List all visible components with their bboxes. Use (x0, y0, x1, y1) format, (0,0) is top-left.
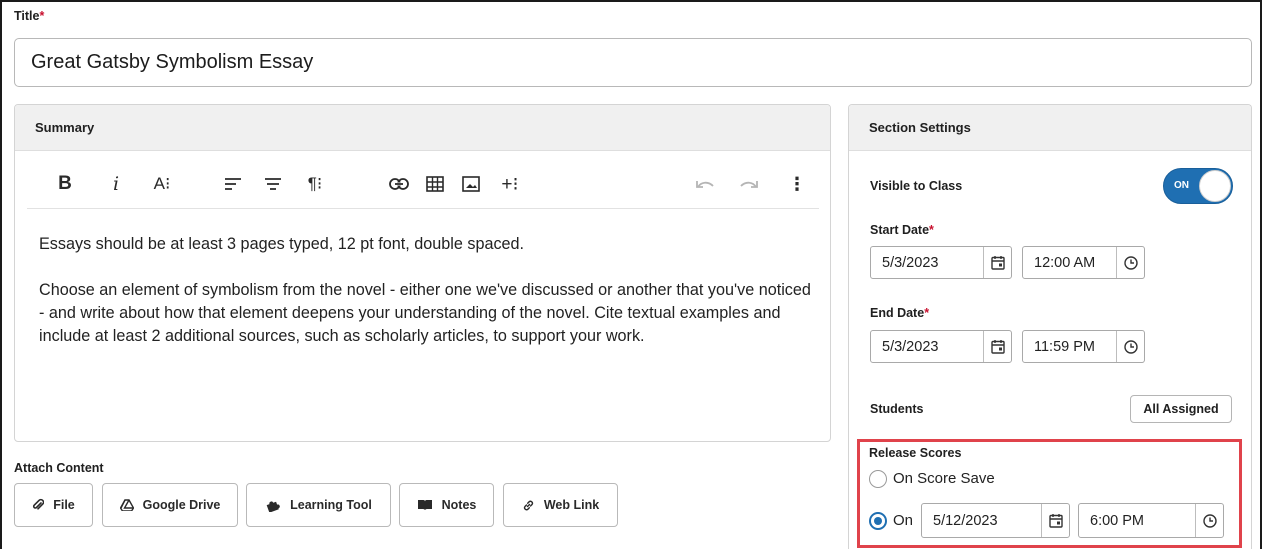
on-score-save-label: On Score Save (893, 470, 995, 487)
summary-panel: Summary B i A⁝ ¶⁝ +⁝ ⋮ Essays should be … (14, 104, 831, 442)
visible-to-class-label: Visible to Class (870, 179, 963, 193)
required-mark: * (39, 9, 45, 23)
section-settings-header: Section Settings (849, 105, 1251, 151)
all-assigned-button[interactable]: All Assigned (1130, 395, 1232, 423)
start-date-label: Start Date* (870, 223, 934, 237)
attach-notes-button[interactable]: Notes (399, 483, 494, 527)
title-label: Title* (14, 9, 45, 23)
calendar-icon[interactable] (983, 247, 1011, 278)
book-icon (417, 499, 433, 511)
table-icon[interactable] (421, 169, 449, 199)
summary-paragraph: Choose an element of symbolism from the … (39, 281, 811, 345)
attach-learning-tool-button[interactable]: Learning Tool (246, 483, 391, 527)
end-date-value: 5/3/2023 (882, 338, 939, 355)
attach-content-label: Attach Content (14, 461, 104, 475)
editor-toolbar: B i A⁝ ¶⁝ +⁝ ⋮ (27, 163, 819, 209)
toggle-knob (1199, 170, 1231, 202)
redo-icon[interactable] (735, 169, 763, 199)
students-label: Students (870, 402, 924, 416)
end-time-value: 11:59 PM (1034, 338, 1095, 355)
summary-paragraph: Essays should be at least 3 pages typed,… (39, 235, 525, 253)
summary-header: Summary (15, 105, 830, 151)
title-value: Great Gatsby Symbolism Essay (31, 51, 314, 73)
attach-file-button[interactable]: File (14, 483, 93, 527)
google-drive-icon (119, 499, 134, 511)
align-center-icon[interactable] (259, 169, 287, 199)
summary-editor[interactable]: Essays should be at least 3 pages typed,… (39, 233, 819, 348)
link-icon[interactable] (385, 169, 413, 199)
visible-to-class-toggle[interactable]: ON (1163, 168, 1233, 204)
more-options-button[interactable]: ⋮ (787, 169, 807, 199)
release-date-field[interactable]: 5/12/2023 (921, 503, 1070, 538)
release-time-field[interactable]: 6:00 PM (1078, 503, 1224, 538)
insert-button[interactable]: +⁝ (493, 169, 527, 199)
clock-icon[interactable] (1116, 247, 1144, 278)
calendar-icon[interactable] (1041, 504, 1069, 537)
paragraph-button[interactable]: ¶⁝ (297, 169, 333, 199)
start-date-field[interactable]: 5/3/2023 (870, 246, 1012, 279)
font-size-button[interactable]: A⁝ (145, 169, 179, 199)
release-time-value: 6:00 PM (1090, 512, 1144, 529)
undo-icon[interactable] (691, 169, 719, 199)
end-date-label: End Date* (870, 306, 930, 320)
radio-on-date[interactable] (869, 512, 887, 530)
clock-icon[interactable] (1195, 504, 1223, 537)
puzzle-icon (265, 498, 281, 512)
title-input[interactable]: Great Gatsby Symbolism Essay (14, 38, 1252, 87)
clock-icon[interactable] (1116, 331, 1144, 362)
on-label: On (893, 512, 914, 529)
attach-web-link-button[interactable]: Web Link (503, 483, 618, 527)
link-icon (522, 499, 535, 512)
calendar-icon[interactable] (983, 331, 1011, 362)
start-time-value: 12:00 AM (1034, 254, 1096, 271)
align-left-icon[interactable] (219, 169, 247, 199)
image-icon[interactable] (457, 169, 485, 199)
end-time-field[interactable]: 11:59 PM (1022, 330, 1145, 363)
attach-google-drive-button[interactable]: Google Drive (102, 483, 238, 527)
italic-button[interactable]: i (105, 169, 127, 199)
release-scores-label: Release Scores (869, 446, 962, 460)
paperclip-icon (32, 498, 45, 512)
start-time-field[interactable]: 12:00 AM (1022, 246, 1145, 279)
start-date-value: 5/3/2023 (882, 254, 939, 271)
end-date-field[interactable]: 5/3/2023 (870, 330, 1012, 363)
bold-button[interactable]: B (53, 169, 77, 199)
radio-on-score-save[interactable] (869, 470, 887, 488)
release-date-value: 5/12/2023 (933, 512, 998, 529)
